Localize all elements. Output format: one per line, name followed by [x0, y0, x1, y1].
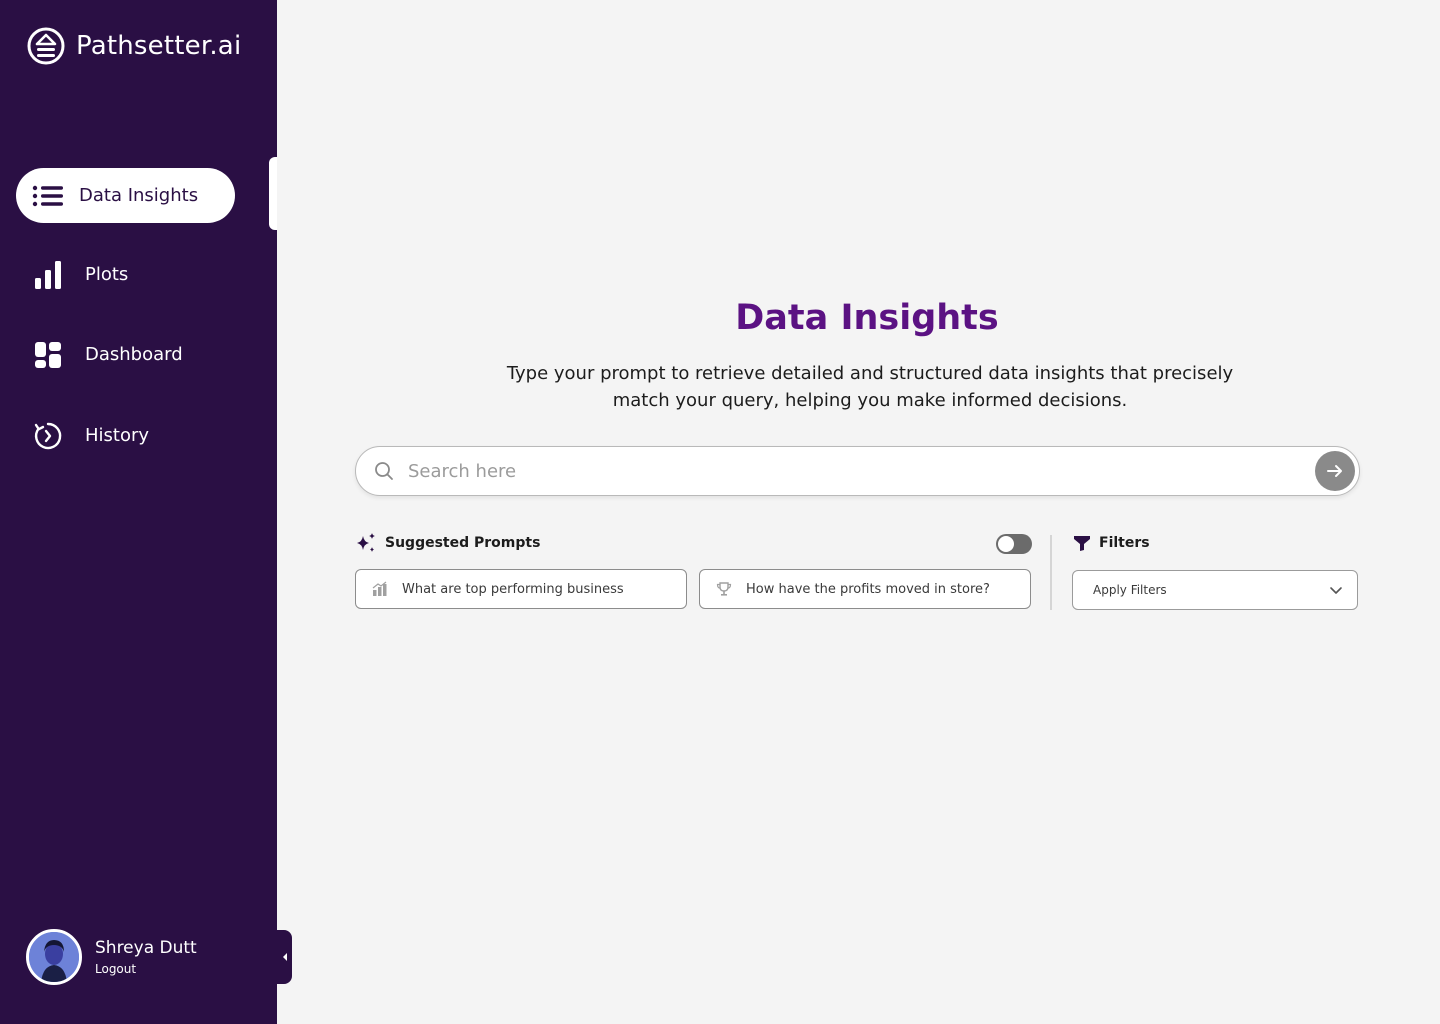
- prompt-text: What are top performing business: [402, 581, 624, 597]
- sidebar-item-label: Data Insights: [79, 185, 199, 206]
- search-bar: [355, 446, 1360, 496]
- sidebar-item-data-insights[interactable]: Data Insights: [16, 168, 235, 223]
- filters-label: Filters: [1099, 535, 1150, 551]
- chart-icon: [372, 581, 388, 597]
- grid-icon: [31, 338, 65, 372]
- caret-left-icon: [282, 953, 287, 961]
- toggle-knob: [998, 536, 1014, 552]
- suggested-prompts-toggle[interactable]: [996, 534, 1032, 554]
- list-icon: [31, 179, 65, 213]
- filters-dropdown-value: Apply Filters: [1093, 583, 1167, 597]
- user-name: Shreya Dutt: [95, 938, 197, 958]
- filter-icon: [1074, 536, 1090, 551]
- suggested-prompt-chip[interactable]: How have the profits moved in store?: [699, 569, 1031, 609]
- sparkle-icon: [357, 533, 375, 552]
- user-profile: Shreya Dutt Logout: [26, 929, 197, 985]
- search-input[interactable]: [408, 460, 1315, 482]
- search-icon: [374, 461, 394, 481]
- sidebar-item-history[interactable]: History: [16, 408, 149, 463]
- sidebar-item-label: Plots: [85, 264, 129, 285]
- trophy-icon: [716, 581, 732, 597]
- brand-logo[interactable]: Pathsetter.ai: [26, 26, 241, 66]
- logo-icon: [27, 27, 65, 65]
- arrow-right-icon: [1327, 465, 1342, 477]
- section-divider: [1050, 535, 1052, 610]
- suggested-prompt-chip[interactable]: What are top performing business: [355, 569, 687, 609]
- prompt-text: How have the profits moved in store?: [746, 581, 990, 597]
- sidebar-item-dashboard[interactable]: Dashboard: [16, 327, 183, 382]
- user-info: Shreya Dutt Logout: [95, 938, 197, 976]
- sidebar-item-plots[interactable]: Plots: [16, 247, 128, 302]
- bar-chart-icon: [31, 258, 65, 292]
- search-submit-button[interactable]: [1315, 451, 1355, 491]
- sidebar-nav: Data Insights Plots Dashboard History: [16, 168, 236, 449]
- sidebar: Pathsetter.ai Data Insights Plots Dashbo…: [0, 0, 277, 1024]
- active-tab-marker: [269, 157, 277, 230]
- page-subtitle: Type your prompt to retrieve detailed an…: [506, 363, 1234, 411]
- suggested-prompts-header: Suggested Prompts: [355, 532, 540, 554]
- history-icon: [31, 419, 65, 453]
- sidebar-item-label: History: [85, 425, 150, 446]
- filters-dropdown[interactable]: Apply Filters: [1072, 570, 1358, 610]
- page-title: Data Insights: [735, 298, 999, 338]
- chevron-down-icon: [1330, 587, 1342, 594]
- avatar[interactable]: [26, 929, 82, 985]
- logout-link[interactable]: Logout: [95, 962, 197, 976]
- filters-header: Filters: [1073, 534, 1150, 552]
- suggested-prompts-label: Suggested Prompts: [385, 535, 541, 551]
- sidebar-item-label: Dashboard: [85, 344, 183, 365]
- sidebar-collapse-button[interactable]: [277, 930, 292, 984]
- brand-name: Pathsetter.ai: [76, 31, 242, 61]
